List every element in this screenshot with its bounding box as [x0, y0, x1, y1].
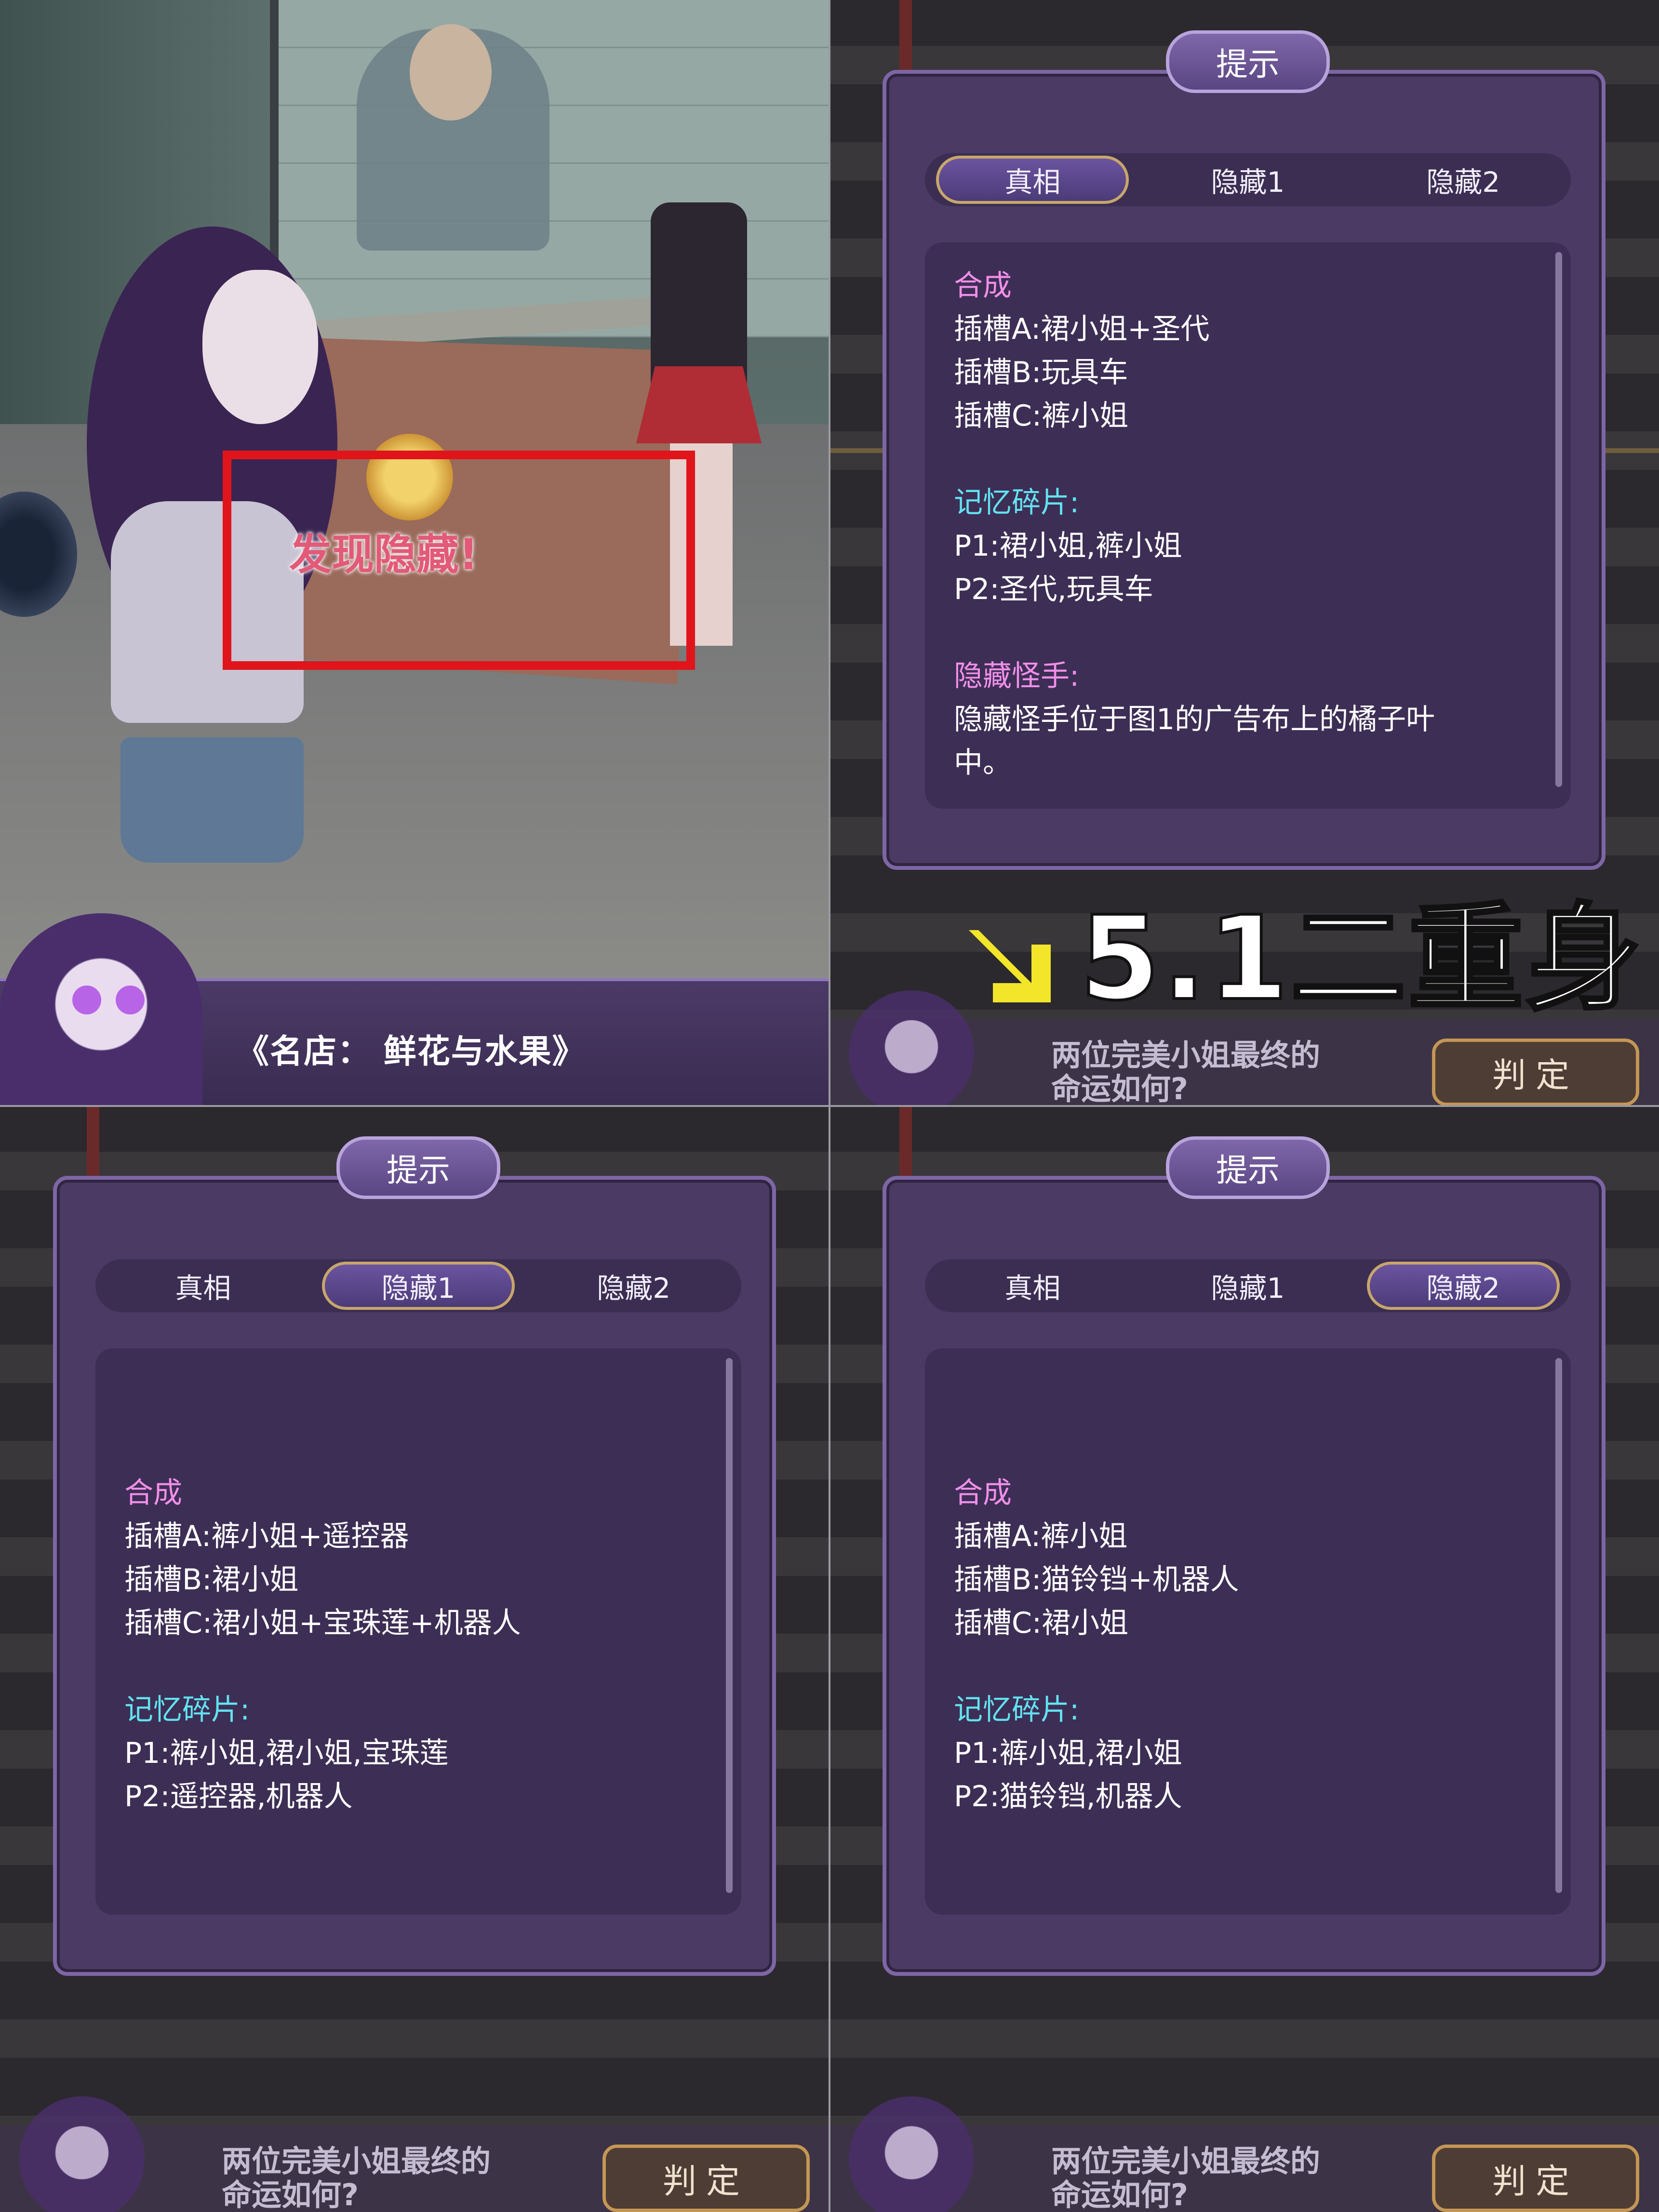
question-line-2: 命运如何? — [222, 2177, 359, 2212]
slot-b: 插槽B:裙小姐 — [124, 1563, 299, 1597]
question-text: 两位完美小姐最终的 命运如何? — [1051, 2145, 1320, 2212]
synthesis-heading: 合成 — [954, 1476, 1012, 1510]
dialog-title: 《名店： 鲜花与水果》 — [236, 1033, 586, 1071]
memory-p2: P2:圣代,玩具车 — [954, 573, 1153, 606]
tab-truth[interactable]: 真相 — [936, 1262, 1129, 1310]
question-bar: 两位完美小姐最终的 命运如何? 判定 — [830, 2096, 1659, 2212]
slot-c: 插槽C:裙小姐 — [954, 1606, 1129, 1640]
scrollbar[interactable] — [1555, 252, 1562, 787]
hint-content[interactable]: 合成 插槽A:裙小姐+圣代 插槽B:玩具车 插槽C:裤小姐 记忆碎片: P1:裙… — [925, 242, 1571, 809]
hint-panel-hidden1: 提示 真相 隐藏1 隐藏2 合成 插槽A:裤小姐+遥控器 插槽B:裙小姐 插槽C… — [0, 1106, 830, 2212]
slot-a: 插槽A:裤小姐+遥控器 — [124, 1519, 409, 1553]
memory-heading: 记忆碎片: — [954, 486, 1080, 520]
hidden-hand-heading: 隐藏怪手: — [954, 659, 1080, 693]
slot-a: 插槽A:裙小姐+圣代 — [954, 312, 1210, 346]
vendor-head — [410, 24, 492, 120]
question-line-1: 两位完美小姐最终的 — [1051, 2144, 1321, 2179]
tab-truth[interactable]: 真相 — [107, 1262, 299, 1310]
overlay-label: 5.1二重身 — [1078, 890, 1644, 1027]
synthesis-heading: 合成 — [954, 269, 1012, 303]
hint-panel: 提示 真相 隐藏1 隐藏2 合成 插槽A:裤小姐 插槽B:猫铃铛+机器人 插槽C… — [883, 1136, 1605, 1976]
tab-bar: 真相 隐藏1 隐藏2 — [925, 1259, 1571, 1312]
hint-content[interactable]: 合成 插槽A:裤小姐 插槽B:猫铃铛+机器人 插槽C:裙小姐 记忆碎片: P1:… — [925, 1348, 1571, 1915]
tab-bar: 真相 隐藏1 隐藏2 — [95, 1259, 741, 1312]
question-bar: 两位完美小姐最终的 命运如何? 判定 — [0, 2096, 830, 2212]
tab-hidden1[interactable]: 隐藏1 — [1151, 156, 1344, 204]
question-line-1: 两位完美小姐最终的 — [222, 2144, 491, 2179]
found-hidden-text: 发现隐藏! — [289, 530, 479, 579]
judge-button[interactable]: 判定 — [1432, 1039, 1639, 1106]
hint-panel: 提示 真相 隐藏1 隐藏2 合成 插槽A:裤小姐+遥控器 插槽B:裙小姐 插槽C… — [53, 1136, 776, 1976]
tab-hidden1[interactable]: 隐藏1 — [1151, 1262, 1344, 1310]
panel-title: 提示 — [336, 1136, 500, 1199]
eye-icon — [72, 986, 101, 1014]
tab-hidden1[interactable]: 隐藏1 — [321, 1262, 515, 1310]
eye-icon — [116, 986, 145, 1014]
panel-title: 提示 — [1166, 30, 1330, 93]
slot-c: 插槽C:裙小姐+宝珠莲+机器人 — [124, 1606, 521, 1640]
question-line-2: 命运如何? — [1051, 1071, 1188, 1106]
judge-button[interactable]: 判定 — [1432, 2145, 1639, 2212]
synthesis-heading: 合成 — [124, 1476, 182, 1510]
scrollbar[interactable] — [1555, 1358, 1562, 1893]
judge-button[interactable]: 判定 — [602, 2145, 810, 2212]
slot-b: 插槽B:玩具车 — [954, 356, 1128, 389]
question-bar: 两位完美小姐最终的 命运如何? 判定 — [830, 990, 1659, 1106]
question-line-2: 命运如何? — [1051, 2177, 1188, 2212]
slot-c: 插槽C:裤小姐 — [954, 399, 1129, 433]
question-text: 两位完美小姐最终的 命运如何? — [1051, 1039, 1320, 1106]
hidden-hand-text: 隐藏怪手位于图1的广告布上的橘子叶 — [954, 703, 1435, 736]
panel-title: 提示 — [1166, 1136, 1330, 1199]
memory-p1: P1:裤小姐,裙小姐,宝珠莲 — [124, 1736, 449, 1770]
tab-bar: 真相 隐藏1 隐藏2 — [925, 153, 1571, 206]
hidden-hand-text-cont: 中。 — [954, 746, 1012, 780]
hint-content[interactable]: 合成 插槽A:裤小姐+遥控器 插槽B:裙小姐 插槽C:裙小姐+宝珠莲+机器人 记… — [95, 1348, 741, 1915]
memory-p2: P2:猫铃铛,机器人 — [954, 1780, 1182, 1813]
question-text: 两位完美小姐最终的 命运如何? — [222, 2145, 491, 2212]
memory-p1: P1:裙小姐,裤小姐 — [954, 529, 1182, 563]
slot-a: 插槽A:裤小姐 — [954, 1519, 1128, 1553]
main-girl-face — [202, 270, 318, 424]
memory-p1: P1:裤小姐,裙小姐 — [954, 1736, 1182, 1770]
tab-hidden2[interactable]: 隐藏2 — [1366, 1262, 1560, 1310]
hint-panel-hidden2: 提示 真相 隐藏1 隐藏2 合成 插槽A:裤小姐 插槽B:猫铃铛+机器人 插槽C… — [830, 1106, 1659, 2212]
memory-heading: 记忆碎片: — [124, 1693, 250, 1727]
hint-panel: 提示 真相 隐藏1 隐藏2 合成 插槽A:裙小姐+圣代 插槽B:玩具车 插槽C:… — [883, 30, 1605, 870]
arrow-down-right-icon — [969, 930, 1051, 1002]
detective-portrait — [0, 913, 202, 1106]
red-skirt — [636, 366, 762, 443]
scrollbar[interactable] — [726, 1358, 733, 1893]
denim-shorts — [120, 737, 304, 863]
tab-truth[interactable]: 真相 — [936, 156, 1129, 204]
game-scene: 发现隐藏! 《名店： 鲜花与水果》 — [0, 0, 830, 1106]
tab-hidden2[interactable]: 隐藏2 — [537, 1262, 730, 1310]
tab-hidden2[interactable]: 隐藏2 — [1367, 156, 1560, 204]
memory-p2: P2:遥控器,机器人 — [124, 1780, 353, 1813]
slot-b: 插槽B:猫铃铛+机器人 — [954, 1563, 1239, 1597]
memory-heading: 记忆碎片: — [954, 1693, 1080, 1727]
divider-horizontal — [0, 1105, 1659, 1107]
question-line-1: 两位完美小姐最终的 — [1051, 1038, 1321, 1073]
